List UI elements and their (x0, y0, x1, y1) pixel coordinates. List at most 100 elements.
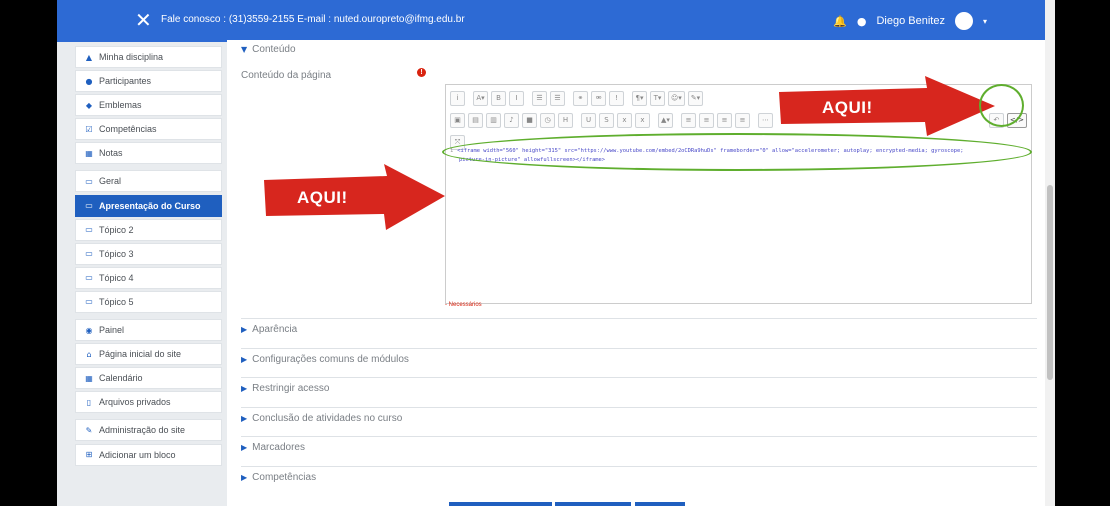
section-divider (241, 318, 1037, 319)
top-navbar: ✕ Fale conosco : (31)3559-2155 E-mail : … (57, 0, 1055, 42)
clock-button[interactable]: ◷ (540, 112, 555, 128)
unlink-button[interactable]: ⚮ (591, 90, 606, 106)
sidebar-item-label: Painel (99, 325, 125, 336)
caret-right-icon: ▶ (241, 325, 248, 334)
scrollbar[interactable] (1045, 0, 1055, 506)
bold-button[interactable]: B (491, 90, 506, 106)
table-icon: ▦ (85, 148, 93, 158)
expand-toolbar-button[interactable]: i (450, 90, 465, 106)
sidebar-item-14[interactable]: ▯ Arquivos privados (75, 391, 222, 414)
sidebar-item-label: Calendário (99, 373, 143, 384)
insert-button[interactable]: T▾ (650, 90, 665, 106)
browser-viewport: ✕ Fale conosco : (31)3559-2155 E-mail : … (57, 0, 1055, 506)
chevron-down-icon[interactable]: ▾ (983, 17, 987, 26)
save-display-button-edge[interactable] (555, 502, 631, 506)
video-button[interactable]: ■ (522, 112, 537, 128)
users-icon: ● (85, 76, 93, 86)
section-header-3[interactable]: ▶ Conclusão de atividades no curso (241, 413, 402, 424)
superscript-button[interactable]: x (635, 112, 650, 128)
sidebar-item-label: Administração do site (99, 425, 186, 436)
sidebar-item-1[interactable]: ● Participantes (75, 70, 222, 93)
sidebar-item-label: Notas (99, 148, 123, 159)
sidebar-item-4[interactable]: ▦ Notas (75, 142, 222, 165)
subscript-button[interactable]: x (617, 112, 632, 128)
sidebar-item-label: Apresentação do Curso (99, 200, 201, 211)
shield-icon: ◆ (85, 100, 93, 110)
folder-icon: ▭ (85, 176, 93, 186)
sidebar-item-9[interactable]: ▭ Tópico 4 (75, 266, 222, 289)
sidebar-item-11[interactable]: ◉ Painel (75, 319, 222, 342)
section-divider (241, 347, 1037, 349)
save-button-edge[interactable] (449, 502, 552, 506)
sidebar-item-label: Página inicial do site (99, 349, 182, 360)
section-label: Conclusão de atividades no curso (252, 412, 403, 424)
required-note: - Necessários (445, 302, 482, 308)
caret-right-icon: ▶ (241, 384, 248, 393)
section-header-1[interactable]: ▶ Configurações comuns de módulos (241, 354, 409, 365)
media-button[interactable]: ! (609, 90, 624, 106)
sidebar-item-label: Tópico 2 (99, 224, 134, 235)
more-button[interactable]: ⋯ (758, 112, 773, 128)
sidebar-item-13[interactable]: ▦ Calendário (75, 367, 222, 390)
cancel-button-edge[interactable] (635, 502, 685, 506)
pen-button[interactable]: ✎▾ (687, 90, 704, 106)
caret-right-icon: ▶ (241, 472, 248, 482)
ordered-list-button[interactable]: ☰ (550, 90, 565, 106)
section-label: Competências (252, 471, 317, 483)
section-header-5[interactable]: ▶ Competências (241, 472, 316, 483)
emoji-button[interactable]: ☺▾ (668, 90, 685, 106)
section-header-4[interactable]: ▶ Marcadores (241, 442, 305, 453)
file-button[interactable]: ▥ (486, 112, 501, 128)
sidebar-item-7[interactable]: ▭ Tópico 2 (75, 218, 222, 241)
sidebar-item-3[interactable]: ☑ Competências (75, 118, 222, 141)
microphone-button[interactable]: ♪ (504, 112, 519, 128)
align-left-button[interactable]: ≡ (681, 112, 696, 128)
scrollbar-thumb[interactable] (1047, 185, 1053, 380)
chat-icon[interactable]: ● (857, 15, 867, 28)
strike-button[interactable]: S (599, 112, 614, 128)
sidebar-item-12[interactable]: ⌂ Página inicial do site (75, 343, 222, 366)
sidebar-item-label: Arquivos privados (99, 397, 171, 408)
format-button[interactable]: ¶▾ (632, 90, 647, 106)
contact-info: Fale conosco : (31)3559-2155 E-mail : nu… (161, 14, 465, 25)
home-icon: ⌂ (86, 349, 92, 359)
media-insert-button[interactable]: ▤ (468, 112, 483, 128)
sidebar-item-label: Minha disciplina (99, 52, 164, 62)
section-header-2[interactable]: ▶ Restringir acesso (241, 383, 329, 394)
calendar-icon: ▦ (85, 373, 93, 383)
sidebar-item-15[interactable]: ✎ Administração do site (75, 419, 222, 442)
sidebar-item-0[interactable]: ▲ Minha disciplina (75, 46, 222, 68)
color-button[interactable]: ▲▾ (658, 112, 673, 128)
avatar[interactable] (954, 12, 973, 30)
sidebar-item-2[interactable]: ◆ Emblemas (75, 94, 222, 117)
section-divider (241, 406, 1037, 408)
sidebar-item-label: Tópico 4 (99, 272, 134, 283)
sidebar-item-8[interactable]: ▭ Tópico 3 (75, 242, 222, 265)
bell-icon[interactable]: 🔔 (833, 15, 847, 28)
image-button[interactable]: ▣ (450, 112, 465, 128)
unordered-list-button[interactable]: ☰ (532, 90, 547, 106)
close-icon[interactable]: ✕ (135, 10, 152, 30)
sidebar: ▲ Minha disciplina ● Participantes ◆ Emblemas… (75, 46, 222, 468)
sidebar-item-label: Adicionar um bloco (99, 449, 176, 460)
user-area: 🔔 ● Diego Benitez ▾ (833, 12, 987, 30)
section-header-0[interactable]: ▶ Aparência (241, 324, 297, 335)
section-divider (241, 465, 1037, 467)
h5p-button[interactable]: H (558, 112, 573, 128)
align-center-button[interactable]: ≡ (699, 112, 714, 128)
sidebar-item-16[interactable]: ⊞ Adicionar um bloco (75, 443, 222, 466)
wrench-icon: ✎ (85, 425, 93, 435)
sidebar-item-5[interactable]: ▭ Geral (75, 170, 222, 193)
user-name[interactable]: Diego Benitez (876, 15, 945, 27)
align-justify-button[interactable]: ≡ (735, 112, 750, 128)
underline-button[interactable]: U (581, 112, 596, 128)
font-style-button[interactable]: A▾ (473, 90, 488, 106)
sidebar-item-6[interactable]: ▭ Apresentação do Curso (75, 194, 222, 217)
section-conteudo-header[interactable]: ▼ Conteúdo (241, 44, 296, 55)
italic-button[interactable]: I (509, 90, 524, 106)
align-right-button[interactable]: ≡ (717, 112, 732, 128)
dashboard-icon: ◉ (85, 325, 93, 335)
link-button[interactable]: ⚭ (573, 90, 588, 106)
sidebar-item-10[interactable]: ▭ Tópico 5 (75, 290, 222, 313)
sidebar-item-label: Emblemas (99, 100, 142, 111)
